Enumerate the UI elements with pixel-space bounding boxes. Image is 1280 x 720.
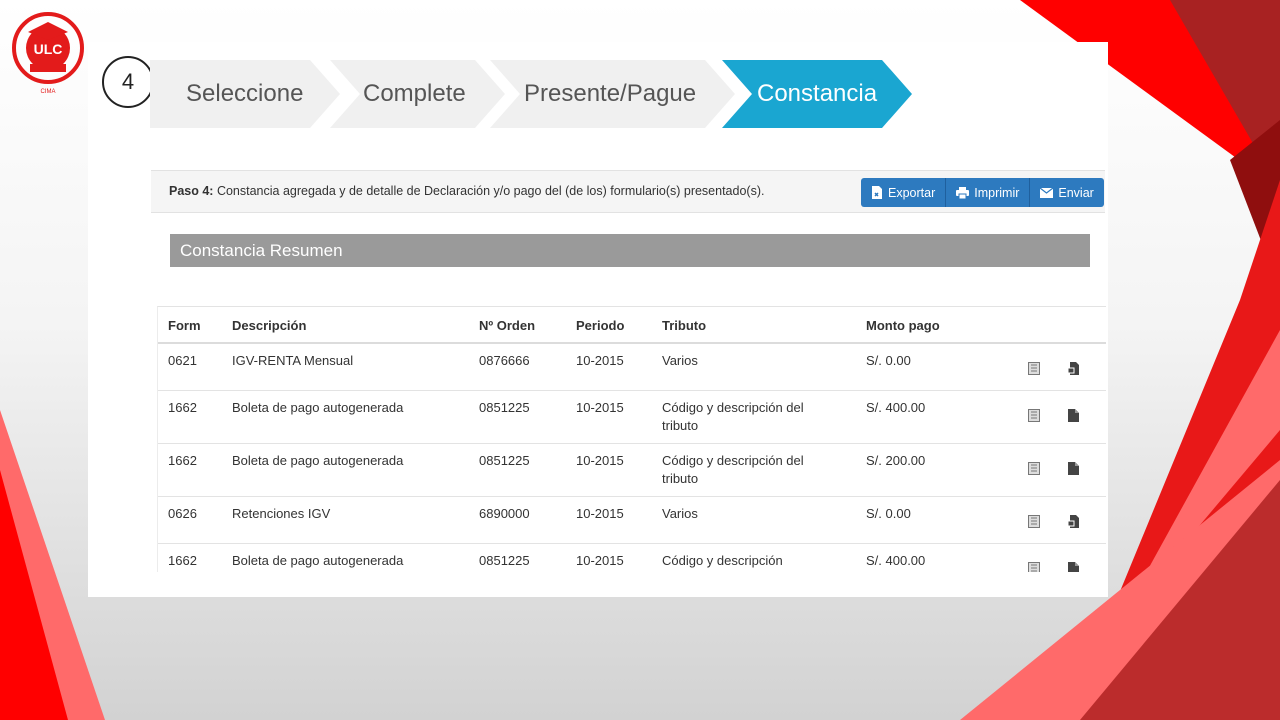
- paso-text: Paso 4: Constancia agregada y de detalle…: [169, 171, 764, 212]
- cell-form: 1662: [168, 553, 197, 568]
- step-number: 4: [121, 69, 135, 94]
- cell-tributo: Código y descripción del tributo: [662, 453, 804, 486]
- header-orden: Nº Orden: [479, 318, 536, 333]
- ulc-logo: CIMA ULC: [8, 8, 88, 100]
- view-detail-icon[interactable]: [1028, 562, 1040, 572]
- header-monto: Monto pago: [866, 318, 940, 333]
- wizard-step-complete[interactable]: Complete: [363, 60, 466, 128]
- cell-form: 0621: [168, 353, 197, 368]
- cell-descripcion: Boleta de pago autogenerada: [232, 453, 404, 468]
- constancia-table: Form Descripción Nº Orden Periodo Tribut…: [157, 306, 1106, 572]
- cell-descripcion: Retenciones IGV: [232, 506, 331, 521]
- view-detail-icon[interactable]: [1028, 409, 1040, 425]
- cell-monto: S/. 0.00: [866, 506, 911, 521]
- wizard-step-presente-pague[interactable]: Presente/Pague: [524, 60, 696, 128]
- cell-form: 1662: [168, 400, 197, 415]
- wizard-step-seleccione[interactable]: Seleccione: [186, 60, 303, 128]
- imprimir-label: Imprimir: [974, 185, 1020, 200]
- cell-descripcion: Boleta de pago autogenerada: [232, 553, 404, 568]
- export-icon: [871, 186, 883, 199]
- cell-monto: S/. 0.00: [866, 353, 911, 368]
- header-descripcion: Descripción: [232, 318, 307, 333]
- table-header-row: Form Descripción Nº Orden Periodo Tribut…: [158, 307, 1106, 344]
- table-row: 1662 Boleta de pago autogenerada 0851225…: [158, 544, 1106, 572]
- imprimir-button[interactable]: Imprimir: [946, 178, 1031, 207]
- cell-tributo: Varios: [662, 506, 698, 521]
- cell-orden: 6890000: [479, 506, 530, 521]
- wizard-steps: Seleccione Complete Presente/Pague Const…: [150, 60, 915, 128]
- cell-orden: 0876666: [479, 353, 530, 368]
- view-detail-icon[interactable]: [1028, 462, 1040, 478]
- table-row: 0626 Retenciones IGV 6890000 10-2015 Var…: [158, 497, 1106, 544]
- cell-periodo: 10-2015: [576, 453, 624, 468]
- svg-text:ULC: ULC: [34, 41, 63, 57]
- cell-orden: 0851225: [479, 400, 530, 415]
- header-tributo: Tributo: [662, 318, 707, 333]
- cell-periodo: 10-2015: [576, 353, 624, 368]
- cell-tributo: Código y descripción: [662, 553, 783, 568]
- cell-descripcion: Boleta de pago autogenerada: [232, 400, 404, 415]
- svg-text:CIMA: CIMA: [41, 89, 56, 95]
- document-icon[interactable]: [1068, 562, 1079, 572]
- cell-periodo: 10-2015: [576, 506, 624, 521]
- enviar-label: Enviar: [1058, 185, 1094, 200]
- table-row: 1662 Boleta de pago autogenerada 0851225…: [158, 444, 1106, 497]
- action-button-group: Exportar Imprimir Enviar: [861, 178, 1104, 207]
- cell-periodo: 10-2015: [576, 553, 624, 568]
- envelope-icon: [1040, 187, 1054, 198]
- exportar-label: Exportar: [888, 185, 936, 200]
- print-document-icon[interactable]: [1067, 515, 1080, 531]
- header-periodo: Periodo: [576, 318, 625, 333]
- print-document-icon[interactable]: [1067, 362, 1080, 378]
- view-detail-icon[interactable]: [1028, 515, 1040, 531]
- view-detail-icon[interactable]: [1028, 362, 1040, 378]
- paso-bar: Paso 4: Constancia agregada y de detalle…: [151, 170, 1105, 213]
- cell-form: 0626: [168, 506, 197, 521]
- step-number-circle: 4: [102, 56, 154, 108]
- header-form: Form: [168, 318, 201, 333]
- cell-tributo: Varios: [662, 353, 698, 368]
- cell-tributo: Código y descripción del tributo: [662, 400, 804, 433]
- enviar-button[interactable]: Enviar: [1030, 178, 1104, 207]
- cell-monto: S/. 400.00: [866, 553, 926, 568]
- constancia-resumen-title: Constancia Resumen: [170, 234, 1090, 267]
- document-icon[interactable]: [1068, 462, 1079, 478]
- cell-monto: S/. 200.00: [866, 453, 926, 468]
- exportar-button[interactable]: Exportar: [861, 178, 947, 207]
- cell-orden: 0851225: [479, 553, 530, 568]
- cell-periodo: 10-2015: [576, 400, 624, 415]
- paso-label: Paso 4:: [169, 184, 214, 198]
- cell-form: 1662: [168, 453, 197, 468]
- table-row: 0621 IGV-RENTA Mensual 0876666 10-2015 V…: [158, 344, 1106, 391]
- printer-icon: [956, 186, 970, 199]
- cell-descripcion: IGV-RENTA Mensual: [232, 353, 354, 368]
- wizard-step-constancia[interactable]: Constancia: [757, 60, 877, 128]
- cell-monto: S/. 400.00: [866, 400, 926, 415]
- cell-orden: 0851225: [479, 453, 530, 468]
- document-icon[interactable]: [1068, 409, 1079, 425]
- paso-description: Constancia agregada y de detalle de Decl…: [213, 184, 765, 198]
- table-row: 1662 Boleta de pago autogenerada 0851225…: [158, 391, 1106, 444]
